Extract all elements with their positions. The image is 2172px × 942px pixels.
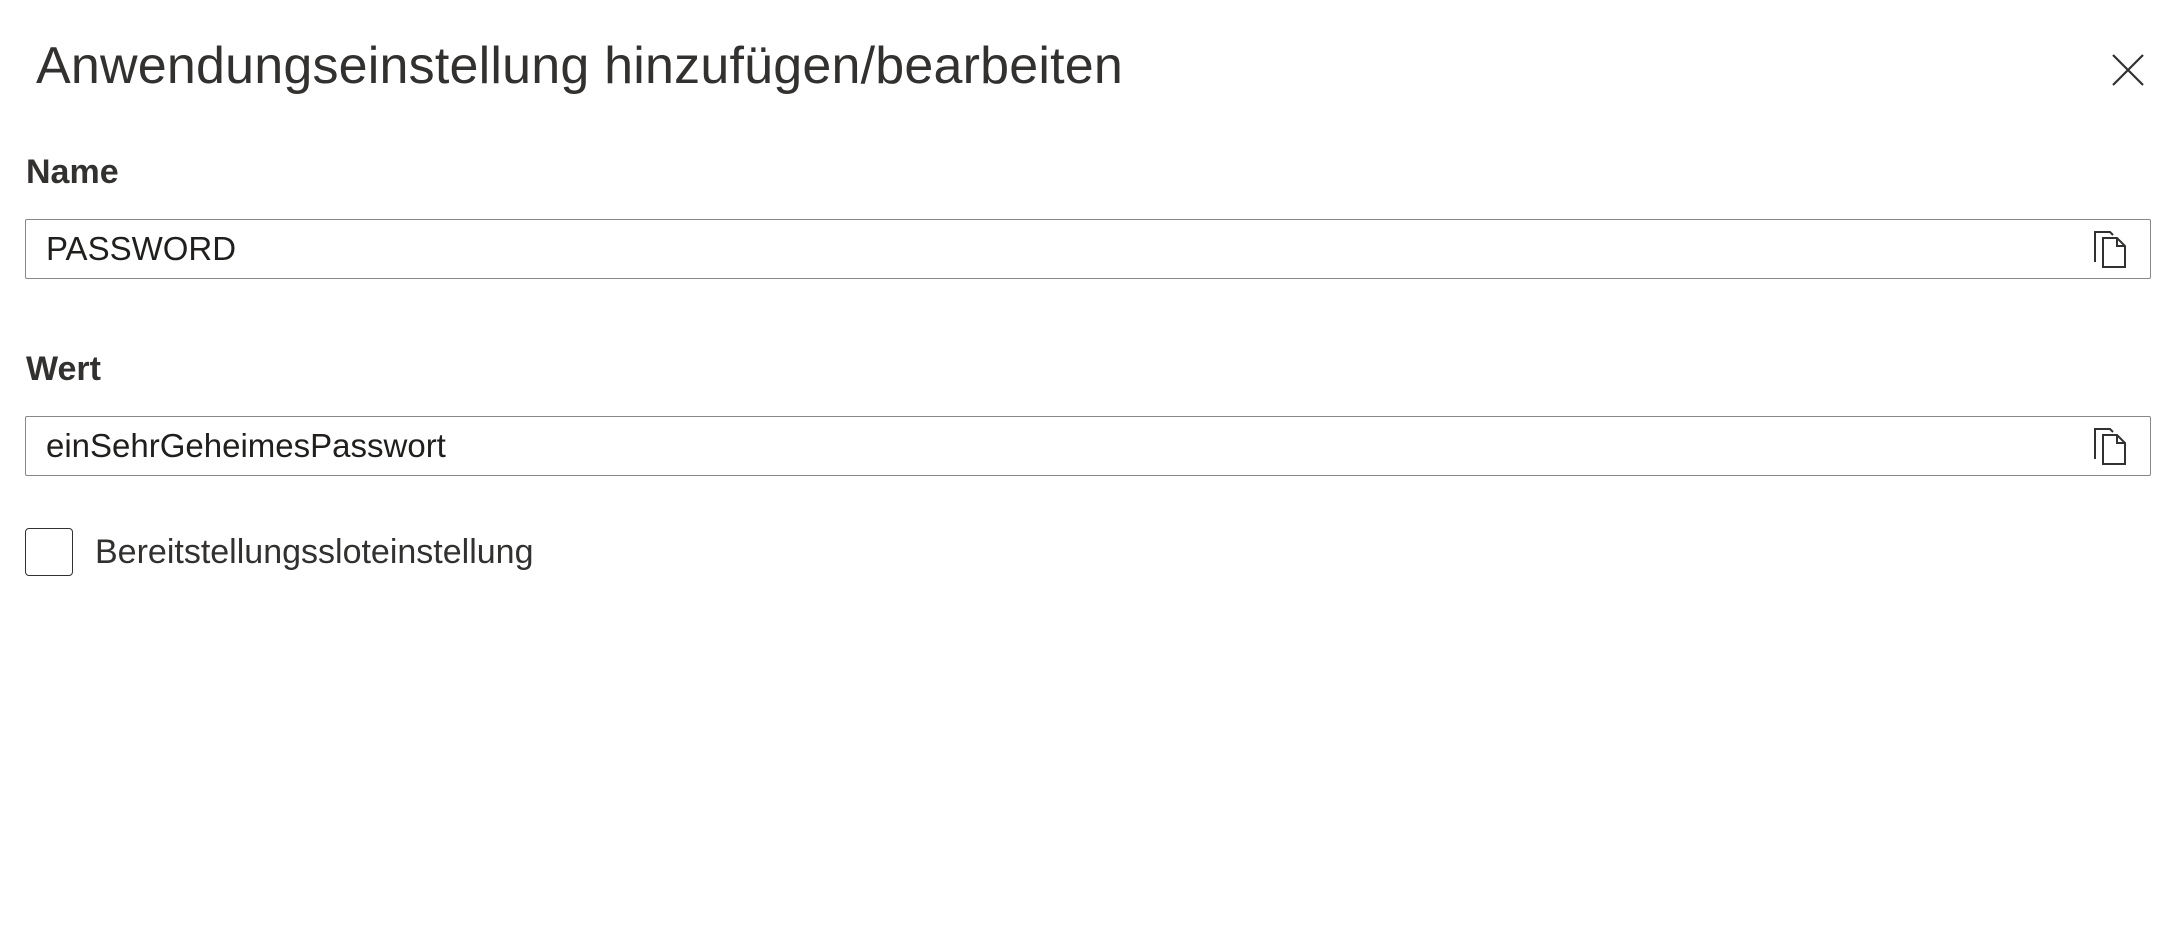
- name-input[interactable]: [26, 220, 2080, 278]
- value-label: Wert: [26, 350, 101, 388]
- copy-icon: [2094, 428, 2126, 465]
- copy-name-button[interactable]: [2080, 221, 2140, 277]
- slot-setting-label: Bereitstellungssloteinstellung: [95, 533, 534, 571]
- slot-setting-checkbox-row[interactable]: Bereitstellungssloteinstellung: [25, 528, 533, 576]
- copy-icon: [2094, 231, 2126, 268]
- slot-setting-checkbox[interactable]: [25, 528, 73, 576]
- value-field: [25, 416, 2151, 476]
- name-label: Name: [26, 153, 119, 191]
- close-button[interactable]: [2104, 46, 2152, 94]
- panel-title: Anwendungseinstellung hinzufügen/bearbei…: [36, 37, 1123, 95]
- value-input[interactable]: [26, 417, 2080, 475]
- copy-value-button[interactable]: [2080, 418, 2140, 474]
- close-icon: [2112, 54, 2144, 86]
- name-field: [25, 219, 2151, 279]
